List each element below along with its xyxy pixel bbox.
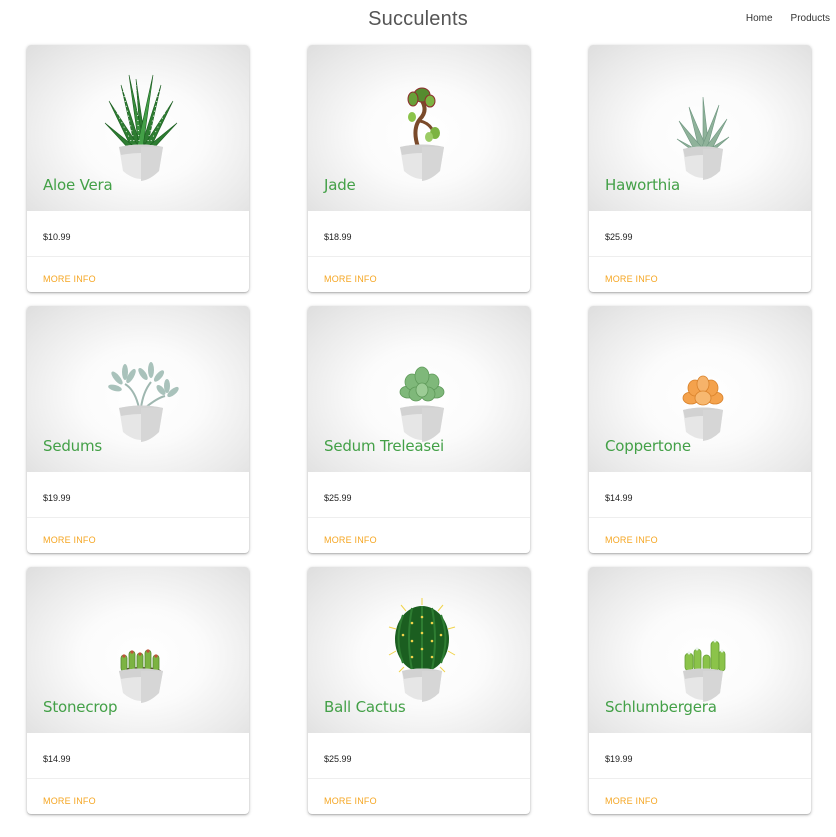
more-info-button[interactable]: MORE INFO xyxy=(605,796,658,806)
product-image: Sedum Treleasei xyxy=(308,306,530,472)
ball-cactus-plant-icon xyxy=(388,598,456,702)
product-name: Ball Cactus xyxy=(324,698,406,716)
product-name: Aloe Vera xyxy=(43,176,113,194)
product-card: Ball Cactus $25.99 MORE INFO xyxy=(308,567,530,814)
haworthia-plant-icon xyxy=(676,96,730,180)
coppertone-plant-icon xyxy=(682,375,724,441)
product-price: $14.99 xyxy=(605,493,633,503)
more-info-button[interactable]: MORE INFO xyxy=(43,535,96,545)
product-name: Sedums xyxy=(43,437,103,455)
top-nav: Home Products xyxy=(746,13,830,24)
product-name: Schlumbergera xyxy=(605,698,717,716)
product-name: Coppertone xyxy=(605,437,691,455)
more-info-button[interactable]: MORE INFO xyxy=(605,535,658,545)
sedum-treleasei-plant-icon xyxy=(399,366,445,442)
product-price: $18.99 xyxy=(324,232,352,242)
product-card: Schlumbergera $19.99 MORE INFO xyxy=(589,567,811,814)
more-info-button[interactable]: MORE INFO xyxy=(324,796,377,806)
product-card: Stonecrop $14.99 MORE INFO xyxy=(27,567,249,814)
jade-plant-icon xyxy=(400,87,444,181)
product-card: Jade $18.99 MORE INFO xyxy=(308,45,530,292)
aloe-vera-plant-icon xyxy=(104,74,178,181)
nav-home-link[interactable]: Home xyxy=(746,13,773,24)
product-card: Coppertone $14.99 MORE INFO xyxy=(589,306,811,553)
more-info-button[interactable]: MORE INFO xyxy=(324,535,377,545)
product-price: $19.99 xyxy=(43,493,71,503)
product-price: $14.99 xyxy=(43,754,71,764)
product-image: Coppertone xyxy=(589,306,811,472)
sedums-plant-icon xyxy=(108,362,179,442)
product-image: Aloe Vera xyxy=(27,45,249,211)
product-grid: Aloe Vera $10.99 MORE INFO Jade $18.99 M xyxy=(27,45,811,814)
schlumbergera-plant-icon xyxy=(683,639,726,702)
nav-products-link[interactable]: Products xyxy=(791,13,830,24)
more-info-button[interactable]: MORE INFO xyxy=(43,274,96,284)
product-card: Sedums $19.99 MORE INFO xyxy=(27,306,249,553)
product-card: Sedum Treleasei $25.99 MORE INFO xyxy=(308,306,530,553)
product-price: $25.99 xyxy=(324,754,352,764)
product-image: Haworthia xyxy=(589,45,811,211)
product-name: Stonecrop xyxy=(43,698,118,716)
product-price: $10.99 xyxy=(43,232,71,242)
more-info-button[interactable]: MORE INFO xyxy=(324,274,377,284)
stonecrop-plant-icon xyxy=(119,649,163,703)
product-card: Haworthia $25.99 MORE INFO xyxy=(589,45,811,292)
product-name: Haworthia xyxy=(605,176,681,194)
product-name: Jade xyxy=(324,176,356,194)
product-card: Aloe Vera $10.99 MORE INFO xyxy=(27,45,249,292)
product-price: $25.99 xyxy=(605,232,633,242)
more-info-button[interactable]: MORE INFO xyxy=(43,796,96,806)
product-name: Sedum Treleasei xyxy=(324,437,444,455)
top-bar: Succulents Home Products xyxy=(0,0,836,40)
product-image: Ball Cactus xyxy=(308,567,530,733)
product-image: Stonecrop xyxy=(27,567,249,733)
product-image: Sedums xyxy=(27,306,249,472)
product-price: $25.99 xyxy=(324,493,352,503)
product-price: $19.99 xyxy=(605,754,633,764)
more-info-button[interactable]: MORE INFO xyxy=(605,274,658,284)
product-image: Schlumbergera xyxy=(589,567,811,733)
product-image: Jade xyxy=(308,45,530,211)
page-title: Succulents xyxy=(368,8,468,30)
